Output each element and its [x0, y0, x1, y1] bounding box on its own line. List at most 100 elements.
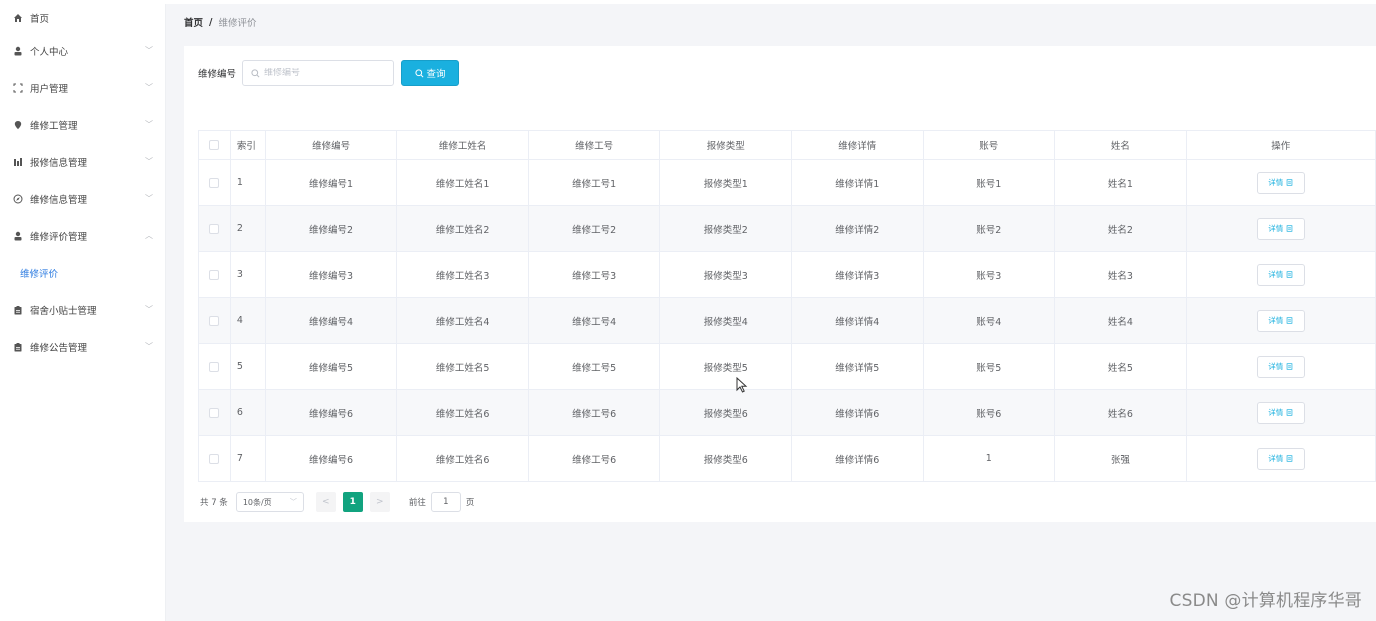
table-cell: 账号5	[924, 344, 1056, 389]
document-icon	[1286, 317, 1293, 324]
sidebar-item-label: 个人中心	[30, 46, 69, 58]
sidebar-item[interactable]: 宿舍小贴士管理 ﹀	[4, 291, 165, 328]
sidebar-item-label: 维修评价	[20, 268, 59, 280]
row-checkbox[interactable]	[209, 315, 220, 326]
table-cell: 维修工号4	[529, 298, 661, 343]
actions-cell: 详情	[1187, 436, 1376, 481]
table-cell: 1	[231, 160, 266, 205]
detail-button-label: 详情	[1268, 316, 1284, 325]
page-number-current[interactable]: 1	[342, 492, 363, 512]
row-checkbox[interactable]	[209, 453, 220, 464]
next-page-button[interactable]: >	[369, 492, 390, 512]
prev-page-button[interactable]: <	[315, 492, 336, 512]
person-icon	[12, 45, 24, 57]
sidebar-item-home[interactable]: 首页	[4, 4, 165, 32]
table-cell: 维修编号1	[266, 160, 398, 205]
detail-button[interactable]: 详情	[1256, 401, 1305, 424]
table-cell: 姓名1	[1055, 160, 1187, 205]
checkbox-cell	[198, 160, 231, 205]
detail-button[interactable]: 详情	[1256, 263, 1305, 286]
table-cell: 维修编号4	[266, 298, 398, 343]
checkbox-cell	[198, 390, 231, 435]
detail-button[interactable]: 详情	[1256, 309, 1305, 332]
goto-page-input[interactable]	[430, 492, 461, 512]
detail-button-label: 详情	[1268, 362, 1284, 371]
row-checkbox[interactable]	[209, 269, 220, 280]
detail-button-label: 详情	[1268, 224, 1284, 233]
table-cell: 维修工号1	[529, 160, 661, 205]
checkbox-cell	[198, 298, 231, 343]
breadcrumb-current: 维修评价	[218, 18, 257, 29]
checkbox-cell	[198, 252, 231, 297]
row-checkbox[interactable]	[209, 177, 220, 188]
table-cell: 维修工号2	[529, 206, 661, 251]
detail-button[interactable]: 详情	[1256, 355, 1305, 378]
sidebar-item[interactable]: 用户管理 ﹀	[4, 69, 165, 106]
table-cell: 维修编号6	[266, 390, 398, 435]
chevron-down-icon: ﹀	[145, 157, 153, 166]
row-checkbox[interactable]	[209, 361, 220, 372]
breadcrumb-home[interactable]: 首页	[184, 15, 203, 29]
table-row: 6 维修编号6 维修工姓名6 维修工号6 报修类型6 维修详情6 账号6 姓名6 详情	[198, 390, 1376, 436]
search-button[interactable]: 查询	[401, 60, 460, 86]
main-area: 首页 / 维修评价 维修编号 查询 索引维修编号维修工姓名维修工号报修类型维修详…	[166, 4, 1376, 621]
search-icon	[251, 68, 260, 78]
select-all-checkbox[interactable]	[209, 140, 220, 150]
table-cell: 姓名3	[1055, 252, 1187, 297]
table-cell: 报修类型6	[660, 436, 792, 481]
page-jumper: 前往 页	[409, 492, 474, 512]
page-size-select[interactable]: 10条/页 ﹀	[235, 492, 304, 512]
chevron-down-icon: ﹀	[145, 342, 153, 351]
compass-icon	[12, 193, 24, 205]
clipboard-icon	[12, 341, 24, 353]
table-cell: 1	[924, 436, 1056, 481]
sidebar-item[interactable]: 维修信息管理 ﹀	[4, 180, 165, 217]
row-checkbox[interactable]	[209, 223, 220, 234]
column-header: 维修详情	[792, 131, 924, 159]
table-cell: 维修工姓名6	[397, 390, 529, 435]
detail-button[interactable]: 详情	[1256, 217, 1305, 240]
table-cell: 账号2	[924, 206, 1056, 251]
table-cell: 4	[231, 298, 266, 343]
actions-cell: 详情	[1187, 252, 1376, 297]
chart-icon	[12, 156, 24, 168]
table-row: 2 维修编号2 维修工姓名2 维修工号2 报修类型2 维修详情2 账号2 姓名2 详情	[198, 206, 1376, 252]
checkbox-cell	[198, 206, 231, 251]
table-cell: 报修类型1	[660, 160, 792, 205]
sidebar-item[interactable]: 维修评价	[4, 254, 165, 291]
document-icon	[1286, 363, 1293, 370]
table-cell: 维修工号3	[529, 252, 661, 297]
column-header: 索引	[231, 131, 266, 159]
table-cell: 6	[231, 390, 266, 435]
sidebar-item[interactable]: 维修工管理 ﹀	[4, 106, 165, 143]
row-checkbox[interactable]	[209, 407, 220, 418]
clipboard-icon	[12, 304, 24, 316]
table-row: 4 维修编号4 维修工姓名4 维修工号4 报修类型4 维修详情4 账号4 姓名4 详情	[198, 298, 1376, 344]
page-size-value: 10条/页	[242, 497, 272, 507]
table-cell: 账号6	[924, 390, 1056, 435]
table-cell: 维修编号5	[266, 344, 398, 389]
search-input[interactable]	[264, 68, 385, 78]
table-cell: 7	[231, 436, 266, 481]
table-cell: 张强	[1055, 436, 1187, 481]
detail-button-label: 详情	[1268, 178, 1284, 187]
sidebar-item-label: 维修信息管理	[30, 194, 88, 206]
table-cell: 维修编号3	[266, 252, 398, 297]
sidebar-item[interactable]: 维修评价管理 ︿	[4, 217, 165, 254]
checkbox-cell	[198, 344, 231, 389]
search-bar: 维修编号 查询	[198, 60, 460, 86]
document-icon	[1286, 225, 1293, 232]
sidebar-item[interactable]: 报修信息管理 ﹀	[4, 143, 165, 180]
sidebar-item[interactable]: 个人中心 ﹀	[4, 32, 165, 69]
detail-button[interactable]: 详情	[1256, 447, 1305, 470]
sidebar-item-label: 维修工管理	[30, 120, 78, 132]
table-cell: 维修详情2	[792, 206, 924, 251]
sidebar-item-label: 用户管理	[30, 83, 69, 95]
table-cell: 3	[231, 252, 266, 297]
data-table: 索引 维修编号 维修工姓名 维修工号 报修类型 维修详情 账号 姓名 操作 1 维修编号1 维修工姓名…	[198, 130, 1376, 482]
column-header: 报修类型	[660, 131, 792, 159]
table-row: 5 维修编号5 维修工姓名5 维修工号5 报修类型5 维修详情5 账号5 姓名5 详情	[198, 344, 1376, 390]
detail-button-label: 详情	[1268, 454, 1284, 463]
detail-button[interactable]: 详情	[1256, 171, 1305, 194]
sidebar-item[interactable]: 维修公告管理 ﹀	[4, 328, 165, 365]
